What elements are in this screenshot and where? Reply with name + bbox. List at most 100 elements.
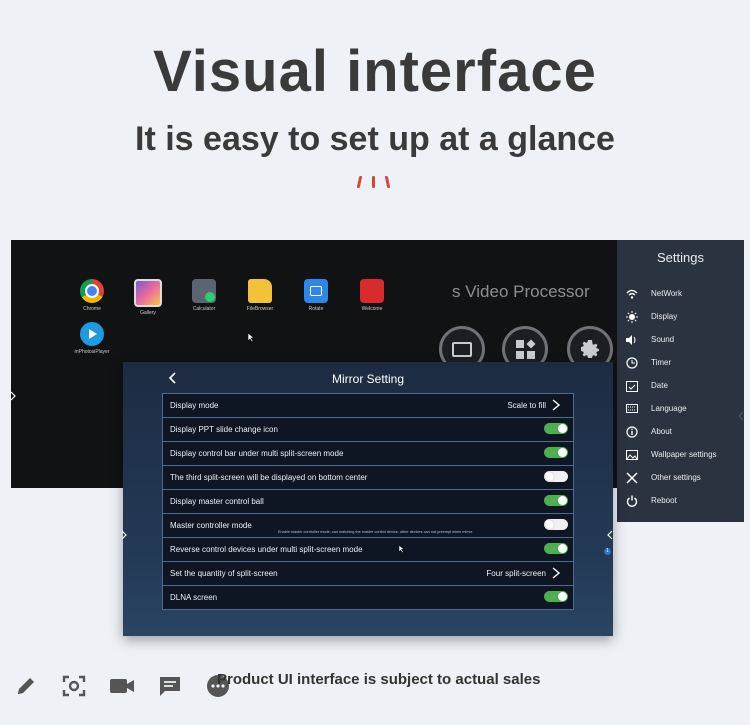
image-icon xyxy=(625,448,639,462)
row-master-controller-mode[interactable]: Master controller mode Enable master con… xyxy=(162,514,574,538)
welcome-icon xyxy=(360,279,384,303)
settings-item-label: Timer xyxy=(651,358,672,367)
dialog-header: Mirror Setting xyxy=(123,362,613,393)
app-label: Chrome xyxy=(83,306,101,312)
brand-text: s Video Processor xyxy=(452,282,590,301)
screen-icon xyxy=(452,341,472,357)
toggle-switch[interactable] xyxy=(544,495,568,506)
toggle-switch[interactable] xyxy=(544,447,568,458)
pen-icon[interactable] xyxy=(13,674,39,698)
brightness-icon xyxy=(625,310,639,324)
cursor-icon xyxy=(399,545,405,553)
row-split-screen-quantity[interactable]: Set the quantity of split-screen Four sp… xyxy=(162,562,574,586)
row-master-control-ball[interactable]: Display master control ball xyxy=(162,490,574,514)
app-label: Welcome xyxy=(361,306,383,312)
toggle-switch[interactable] xyxy=(544,471,568,482)
rotate-icon xyxy=(304,279,328,303)
settings-list: Display mode Scale to fill Display PPT s… xyxy=(162,393,574,610)
decorative-marks xyxy=(356,174,392,190)
settings-item-display[interactable]: Display xyxy=(617,305,744,328)
row-display-mode[interactable]: Display mode Scale to fill xyxy=(162,393,574,418)
row-value: Four split-screen xyxy=(486,569,546,578)
app-label: Gallery xyxy=(140,310,156,316)
toggle-switch[interactable] xyxy=(544,423,568,434)
chrome-icon xyxy=(80,279,104,303)
row-label: The third split-screen will be displayed… xyxy=(170,473,368,482)
settings-item-language[interactable]: Language xyxy=(617,397,744,420)
screenshot-icon[interactable] xyxy=(61,674,87,698)
settings-item-label: Wallpaper settings xyxy=(651,450,717,459)
settings-item-label: Date xyxy=(651,381,668,390)
subheadline: It is easy to set up at a glance xyxy=(135,120,615,158)
headline: Visual interface xyxy=(153,39,597,104)
grid-icon xyxy=(515,338,536,359)
settings-item-label: Reboot xyxy=(651,496,677,505)
chevron-right-icon xyxy=(552,399,561,411)
settings-item-timer[interactable]: Timer xyxy=(617,351,744,374)
toggle-switch[interactable] xyxy=(544,519,568,530)
settings-item-about[interactable]: About xyxy=(617,420,744,443)
settings-item-label: Sound xyxy=(651,335,675,344)
chevron-right-icon xyxy=(552,567,561,579)
row-label: Display master control ball xyxy=(170,497,264,506)
gear-icon xyxy=(581,340,599,358)
settings-item-label: Other settings xyxy=(651,473,701,482)
row-label: Display control bar under multi split-sc… xyxy=(170,449,344,458)
settings-item-reboot[interactable]: Reboot xyxy=(617,489,744,512)
row-label: Set the quantity of split-screen xyxy=(170,569,278,578)
chevron-left-icon[interactable] xyxy=(607,530,613,540)
chevron-right-icon[interactable] xyxy=(121,530,127,540)
settings-item-wallpaper[interactable]: Wallpaper settings xyxy=(617,443,744,466)
toggle-switch[interactable] xyxy=(544,591,568,602)
calculator-icon xyxy=(192,279,216,303)
row-label: Master controller mode xyxy=(170,521,252,530)
row-dlna-screen[interactable]: DLNA screen xyxy=(162,586,574,610)
app-label: FileBrowser xyxy=(246,306,274,312)
info-icon xyxy=(625,425,639,439)
toggle-switch[interactable] xyxy=(544,543,568,554)
footer-disclaimer: Product UI interface is subject to actua… xyxy=(217,671,541,688)
dialog-title: Mirror Setting xyxy=(331,372,405,386)
app-label: Calculator xyxy=(192,306,216,312)
settings-panel: Settings NetWork Display Sound Timer Dat… xyxy=(617,240,744,522)
settings-item-date[interactable]: Date xyxy=(617,374,744,397)
row-label: Display mode xyxy=(170,401,219,410)
row-label: DLNA screen xyxy=(170,593,218,602)
chevron-right-icon[interactable] xyxy=(10,391,16,401)
settings-item-other[interactable]: Other settings xyxy=(617,466,744,489)
app-welcome[interactable]: Welcome xyxy=(342,279,402,312)
settings-title: Settings xyxy=(657,250,704,265)
settings-item-label: About xyxy=(651,427,672,436)
play-icon xyxy=(80,322,104,346)
chevron-left-icon[interactable] xyxy=(738,411,744,421)
row-control-bar[interactable]: Display control bar under multi split-sc… xyxy=(162,442,574,466)
speaker-icon xyxy=(625,333,639,347)
row-hint: Enable master controller mode, can match… xyxy=(278,530,474,534)
mirror-setting-dialog: Mirror Setting Display mode Scale to fil… xyxy=(123,362,613,636)
row-value: Scale to fill xyxy=(507,401,546,410)
app-gallery[interactable]: Gallery xyxy=(118,279,178,316)
app-calculator[interactable]: Calculator xyxy=(174,279,234,312)
app-mphotosiplayer[interactable]: mPhotosiPlayer xyxy=(62,322,122,355)
power-icon xyxy=(625,494,639,508)
keyboard-icon xyxy=(625,402,639,416)
app-chrome[interactable]: Chrome xyxy=(62,279,122,312)
row-third-split-screen[interactable]: The third split-screen will be displayed… xyxy=(162,466,574,490)
app-label: Rotate xyxy=(308,306,324,312)
settings-item-sound[interactable]: Sound xyxy=(617,328,744,351)
app-filebrowser[interactable]: FileBrowser xyxy=(230,279,290,312)
video-camera-icon[interactable] xyxy=(109,674,135,698)
gallery-icon xyxy=(134,279,162,307)
notification-badge: 1 xyxy=(604,548,611,555)
app-rotate[interactable]: Rotate xyxy=(286,279,346,312)
settings-item-label: NetWork xyxy=(651,289,682,298)
comment-icon[interactable] xyxy=(157,674,183,698)
wifi-icon xyxy=(625,287,639,301)
row-reverse-control[interactable]: Reverse control devices under multi spli… xyxy=(162,538,574,562)
row-ppt-slide-icon[interactable]: Display PPT slide change icon xyxy=(162,418,574,442)
row-label: Reverse control devices under multi spli… xyxy=(170,545,363,554)
settings-item-label: Language xyxy=(651,404,687,413)
row-label: Display PPT slide change icon xyxy=(170,425,278,434)
settings-item-network[interactable]: NetWork xyxy=(617,282,744,305)
clock-icon xyxy=(625,356,639,370)
